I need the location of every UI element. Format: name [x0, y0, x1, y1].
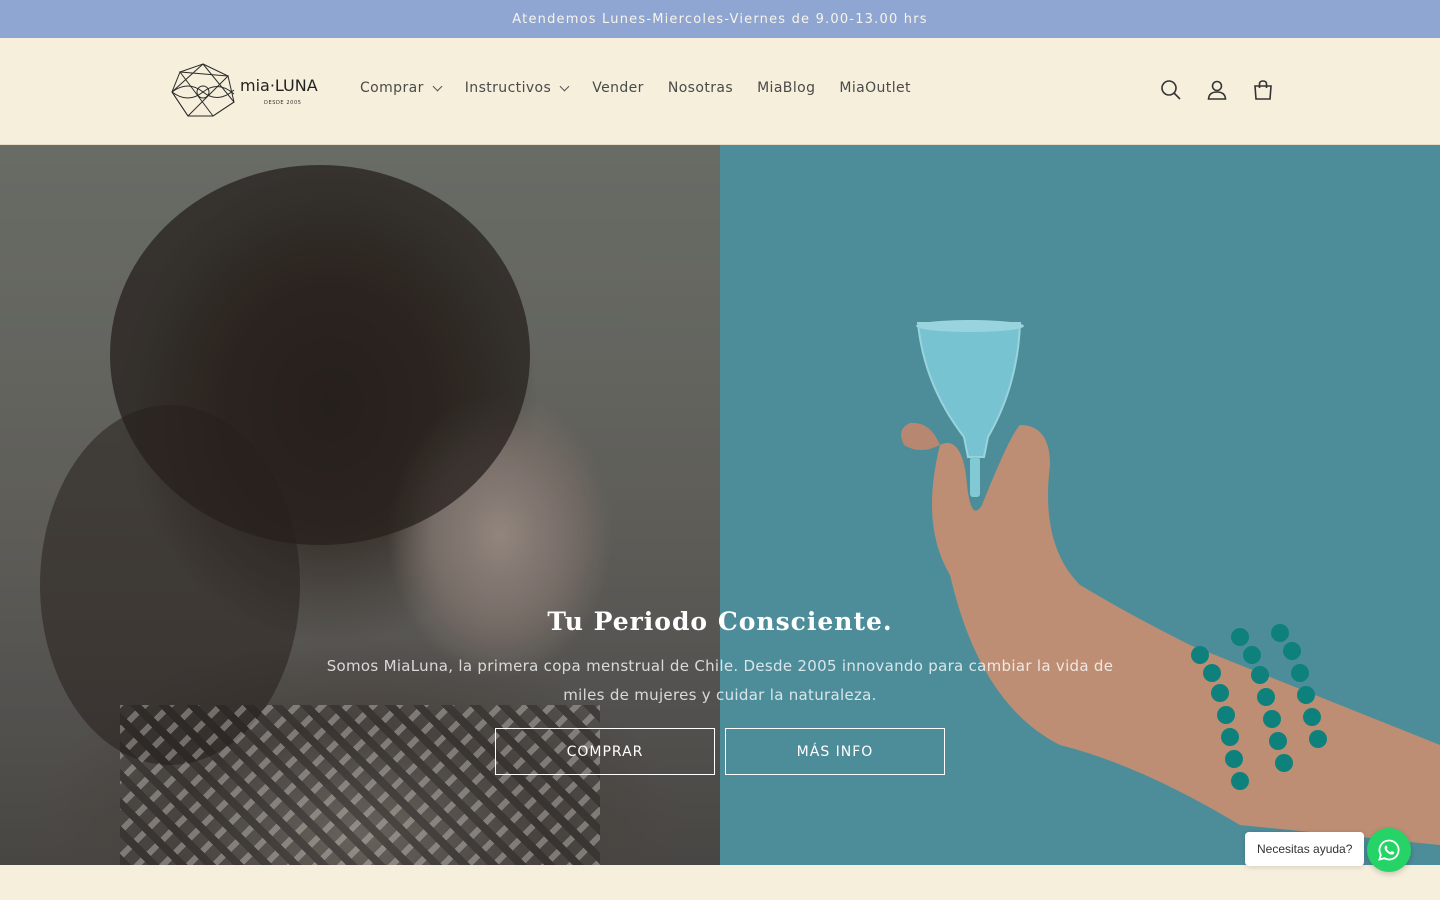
whatsapp-help-label[interactable]: Necesitas ayuda?	[1245, 832, 1365, 866]
hero-banner: Tu Periodo Consciente. Somos MiaLuna, la…	[0, 145, 1440, 865]
main-nav: Comprar Instructivos Vender Nosotras Mia…	[360, 80, 911, 96]
hero-title: Tu Periodo Consciente.	[547, 607, 893, 636]
nav-label: Comprar	[360, 80, 424, 96]
cart-icon[interactable]	[1252, 79, 1274, 101]
comprar-button[interactable]: COMPRAR	[495, 728, 715, 775]
nav-label: Nosotras	[667, 80, 734, 96]
site-header: mia·LUNA DESDE 2005 Comprar Instructivos…	[0, 38, 1440, 145]
nav-item-miablog[interactable]: MiaBlog	[757, 80, 815, 96]
logo[interactable]: mia·LUNA DESDE 2005	[168, 62, 328, 118]
whatsapp-icon	[1378, 839, 1400, 861]
mas-info-button[interactable]: MÁS INFO	[725, 728, 945, 775]
nav-item-instructivos[interactable]: Instructivos	[464, 80, 570, 96]
header-icons	[1160, 79, 1274, 101]
nav-item-miaoutlet[interactable]: MiaOutlet	[839, 80, 911, 96]
hero-buttons: COMPRAR MÁS INFO	[495, 728, 945, 775]
chevron-down-icon	[559, 81, 570, 91]
account-icon[interactable]	[1206, 79, 1228, 101]
logo-tagline: DESDE 2005	[264, 100, 302, 106]
logo-text: mia·LUNA	[240, 76, 318, 95]
hero-content: Tu Periodo Consciente. Somos MiaLuna, la…	[0, 607, 1440, 710]
logo-mandala-icon	[171, 63, 235, 117]
nav-item-comprar[interactable]: Comprar	[360, 80, 443, 96]
announcement-bar: Atendemos Lunes-Miercoles-Viernes de 9.0…	[0, 0, 1440, 38]
nav-label: Vender	[592, 80, 644, 96]
whatsapp-button[interactable]	[1367, 828, 1411, 872]
search-icon[interactable]	[1160, 79, 1182, 101]
nav-item-vender[interactable]: Vender	[592, 80, 644, 96]
hero-subtitle: Somos MiaLuna, la primera copa menstrual…	[326, 657, 1114, 704]
nav-item-nosotras[interactable]: Nosotras	[668, 80, 733, 96]
announcement-text: Atendemos Lunes-Miercoles-Viernes de 9.0…	[512, 11, 928, 27]
nav-label: MiaOutlet	[839, 80, 911, 96]
nav-label: Instructivos	[464, 80, 552, 96]
chevron-down-icon	[432, 81, 443, 91]
nav-label: MiaBlog	[757, 80, 816, 96]
